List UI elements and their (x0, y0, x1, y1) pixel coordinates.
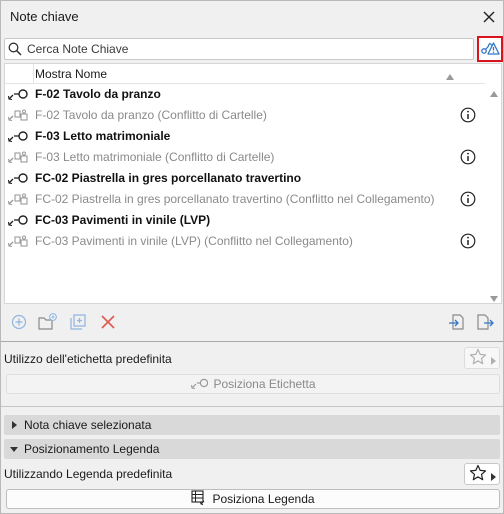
legend-section-header[interactable]: Posizionamento Legenda (4, 439, 500, 459)
list-header: Mostra Nome (5, 64, 485, 84)
info-icon[interactable] (460, 107, 476, 126)
keynote-name: FC-02 Piastrella in gres porcellanato tr… (35, 192, 435, 206)
scroll-up-icon[interactable] (490, 86, 498, 100)
keynote-name: F-03 Letto matrimoniale (Conflitto di Ca… (35, 150, 275, 164)
add-folder-icon[interactable] (38, 312, 58, 332)
keynote-name: F-02 Tavolo da pranzo (35, 87, 161, 101)
star-icon (469, 348, 487, 369)
keynote-placed-icon (7, 88, 29, 103)
keynote-conflict-icon (7, 235, 29, 250)
place-label-text: Posiziona Etichetta (213, 377, 316, 391)
list-item[interactable]: FC-03 Pavimenti in vinile (LVP) (5, 210, 485, 231)
info-icon[interactable] (460, 191, 476, 210)
keynote-placed-icon (7, 130, 29, 145)
keynote-name: F-03 Letto matrimoniale (35, 129, 171, 143)
keynote-conflict-icon (7, 151, 29, 166)
note-chiave-panel: Note chiave Mostra Nome (0, 0, 504, 514)
list-item[interactable]: F-02 Tavolo da pranzo (Conflitto di Cart… (5, 105, 485, 126)
default-label-text: Utilizzo dell'etichetta predefinita (4, 352, 172, 366)
keynote-placed-icon (7, 172, 29, 187)
caret-right-icon (491, 470, 496, 484)
list-rows: F-02 Tavolo da pranzo F-02 Tavolo da pra… (5, 84, 485, 252)
keynote-name: FC-02 Piastrella in gres porcellanato tr… (35, 171, 302, 185)
export-icon[interactable] (475, 312, 495, 332)
place-legend-text: Posiziona Legenda (212, 492, 315, 506)
legend-table-icon (191, 489, 207, 509)
list-item[interactable]: FC-02 Piastrella in gres porcellanato tr… (5, 168, 485, 189)
selected-note-section-header[interactable]: Nota chiave selezionata (4, 415, 500, 435)
place-legend-button[interactable]: Posiziona Legenda (6, 489, 500, 509)
search-input[interactable] (27, 40, 467, 58)
search-box (4, 38, 474, 60)
selected-note-title: Nota chiave selezionata (24, 418, 152, 432)
divider (1, 406, 503, 407)
keynote-name: FC-03 Pavimenti in vinile (LVP) (35, 213, 211, 227)
collapse-down-icon (4, 446, 24, 452)
title-bar: Note chiave (1, 1, 503, 33)
label-pin-icon (190, 377, 209, 392)
star-icon (469, 464, 487, 485)
info-icon[interactable] (460, 233, 476, 252)
sort-ascending-icon[interactable] (446, 69, 454, 83)
keynote-conflict-icon (7, 193, 29, 208)
default-legend-text: Utilizzando Legenda predefinita (4, 467, 173, 481)
keynote-list: Mostra Nome F-02 Tavolo da pranzo F-02 T… (4, 63, 502, 304)
expand-right-icon (4, 421, 24, 429)
duplicate-icon[interactable] (68, 312, 88, 332)
column-header-name[interactable]: Mostra Nome (35, 67, 107, 81)
favorite-label-button[interactable] (464, 347, 500, 369)
info-icon[interactable] (460, 149, 476, 168)
caret-right-icon (491, 354, 496, 368)
import-icon[interactable] (447, 312, 467, 332)
list-item[interactable]: F-02 Tavolo da pranzo (5, 84, 485, 105)
legend-section-title: Posizionamento Legenda (24, 442, 160, 456)
keynote-placed-icon (7, 214, 29, 229)
search-icon (8, 42, 22, 59)
list-item[interactable]: F-03 Letto matrimoniale (5, 126, 485, 147)
favorite-legend-button[interactable] (464, 463, 500, 485)
column-divider (33, 64, 34, 84)
list-item[interactable]: FC-02 Piastrella in gres porcellanato tr… (5, 189, 485, 210)
vertical-scrollbar[interactable] (487, 64, 501, 303)
add-keynote-icon[interactable] (9, 312, 29, 332)
show-conflicts-button[interactable] (477, 36, 503, 62)
keynote-name: FC-03 Pavimenti in vinile (LVP) (Conflit… (35, 234, 353, 248)
panel-title: Note chiave (10, 9, 79, 24)
keynote-conflict-icon (7, 109, 29, 124)
place-label-button[interactable]: Posiziona Etichetta (6, 374, 500, 394)
list-item[interactable]: F-03 Letto matrimoniale (Conflitto di Ca… (5, 147, 485, 168)
list-item[interactable]: FC-03 Pavimenti in vinile (LVP) (Conflit… (5, 231, 485, 252)
divider (1, 341, 503, 342)
close-icon[interactable] (479, 7, 499, 27)
scroll-down-icon[interactable] (490, 291, 498, 303)
keynote-name: F-02 Tavolo da pranzo (Conflitto di Cart… (35, 108, 267, 122)
list-toolbar (1, 307, 503, 337)
conflict-warning-icon (480, 39, 500, 60)
delete-icon[interactable] (98, 312, 118, 332)
